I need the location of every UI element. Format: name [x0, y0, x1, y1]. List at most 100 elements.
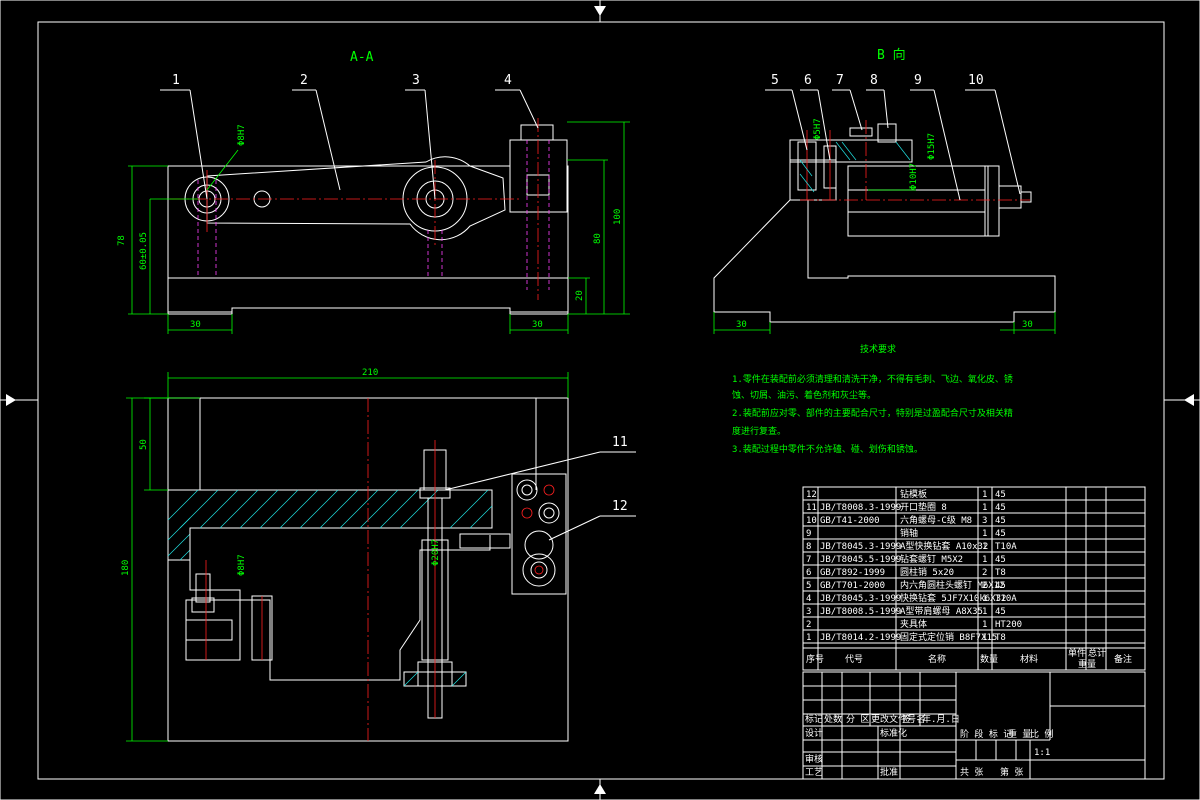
tb-standardization: 标准化	[880, 727, 907, 739]
callout-8: 8	[870, 73, 878, 88]
callout-2: 2	[300, 73, 308, 88]
bom-name: 开口垫圈 8	[900, 501, 947, 513]
bom-no: 1	[806, 633, 811, 643]
bom-code: GB/T41-2000	[820, 516, 880, 526]
bom-material: 45	[995, 516, 1006, 526]
bom-qty: 1	[982, 633, 987, 643]
dim-210: 210	[362, 368, 378, 378]
bom-material: T8	[995, 633, 1006, 643]
callout-6: 6	[804, 73, 812, 88]
section-aa-title: A-A	[350, 50, 374, 65]
dim-b-dia-15: Φ15H7	[927, 133, 937, 160]
bom-name: 内六角圆柱头螺钉 M6X12	[900, 579, 1005, 591]
dim-b-30-left: 30	[736, 320, 747, 330]
tb-scale: 比 例	[1030, 728, 1053, 740]
bom-name: A型快换钻套 A10x32	[900, 540, 988, 552]
dim-20: 20	[575, 290, 585, 301]
bom-table: 12 钻模板 1 45 11 JB/T8008.3-1999 开口垫圈 8 1 …	[802, 486, 1146, 671]
dim-plan-dia-20: Φ20H7	[431, 539, 441, 566]
plan-view: 210 180 50 Φ8H7 Φ20H7	[121, 368, 569, 742]
bom-code: GB/T892-1999	[820, 568, 885, 578]
callout-7: 7	[836, 73, 844, 88]
tb-review: 审核	[805, 753, 823, 765]
dim-78: 78	[117, 235, 127, 246]
bom-header-material: 材料	[1020, 653, 1038, 665]
bom-no: 12	[806, 490, 817, 500]
bom-material: 45	[995, 503, 1006, 513]
tb-approve: 批准	[880, 766, 898, 778]
centering-mark-icon	[594, 6, 606, 16]
tb-stage-mark: 阶 段 标 记	[960, 728, 1012, 740]
bom-material: 45	[995, 529, 1006, 539]
bom-header-no: 序号	[806, 653, 824, 665]
tb-sheet-no: 第 张	[1000, 766, 1023, 778]
bom-code: GB/T701-2000	[820, 581, 885, 591]
bom-name: 六角螺母-C级 M8	[900, 514, 972, 526]
sheet-edge	[0, 0, 1200, 800]
bom-qty: 2	[982, 581, 987, 591]
callout-11: 11	[612, 435, 628, 450]
bom-header-code: 代号	[845, 654, 863, 665]
tech-req-line-2: 蚀、切屑、油污、着色剂和灰尘等。	[732, 389, 876, 401]
bom-material: 45	[995, 607, 1006, 617]
bom-name: A型带肩螺母 A8X35	[900, 605, 983, 617]
bom-qty: 1	[982, 555, 987, 565]
bom-name: 快换钻套 5JF7X10k6X32	[900, 592, 1006, 604]
tech-req-title: 技术要求	[860, 343, 896, 355]
bom-qty: 1	[982, 594, 987, 604]
tech-req-line-3: 2.装配前应对零、部件的主要配合尺寸，特别是过盈配合尺寸及相关精	[732, 407, 1013, 419]
callouts-aa: 1 2 3 4	[160, 73, 539, 200]
dim-plan-dia-8: Φ8H7	[237, 554, 247, 576]
centering-mark-icon	[594, 784, 606, 794]
dim-dia-8: Φ8H7	[237, 124, 247, 146]
callout-12: 12	[612, 499, 628, 514]
tb-design: 设计	[805, 727, 823, 739]
tb-weight: 重 量	[1008, 728, 1031, 740]
title-block: 标记 处数 分 区 更改文件号 签 名 年.月.日 设计 标准化 审核 工艺 批…	[802, 671, 1146, 780]
bom-no: 6	[806, 568, 811, 578]
tb-zone: 分 区	[846, 714, 869, 725]
bom-header-remark: 备注	[1114, 653, 1132, 665]
callout-3: 3	[412, 73, 420, 88]
dim-80: 80	[593, 233, 603, 244]
bom-qty: 1	[982, 529, 987, 539]
bom-material: 45	[995, 581, 1006, 591]
bom-code: JB/T8008.5-1999	[820, 607, 901, 617]
bom-no: 8	[806, 542, 811, 552]
bom-header-name: 名称	[928, 653, 946, 665]
bom-qty: 2	[982, 568, 987, 578]
bom-name: 夹具体	[900, 618, 927, 630]
callout-9: 9	[914, 73, 922, 88]
dim-30-left: 30	[190, 320, 201, 330]
drawing-frame	[37, 21, 1165, 780]
bom-no: 2	[806, 620, 811, 630]
bom-no: 5	[806, 581, 811, 591]
bom-material: T10A	[995, 542, 1017, 552]
bom-qty: 1	[982, 620, 987, 630]
section-aa-view: A-A 78 60±0.05 100 80 20 30 30 Φ8H7	[117, 50, 630, 334]
tb-date: 年.月.日	[922, 713, 960, 725]
centering-mark-icon	[6, 394, 16, 406]
tb-sheets-total: 共 张	[960, 767, 983, 778]
bom-code: JB/T8045.3-1999	[820, 542, 901, 552]
dim-60: 60±0.05	[139, 232, 149, 270]
callout-10: 10	[968, 73, 984, 88]
view-b-title: B 向	[877, 47, 906, 63]
centering-mark-icon	[1184, 394, 1194, 406]
bom-material: 45	[995, 555, 1006, 565]
bom-header-weight: 重量	[1078, 658, 1096, 670]
bom-qty: 1	[982, 490, 987, 500]
bom-name: 圆柱销 5x20	[900, 566, 954, 578]
dim-180: 180	[121, 560, 131, 576]
bom-material: HT200	[995, 620, 1022, 630]
tech-req-line-5: 3.装配过程中零件不允许磕、碰、划伤和锈蚀。	[732, 443, 923, 455]
technical-requirements: 技术要求 1.零件在装配前必须清理和清洗干净，不得有毛刺、飞边、氧化皮、锈 蚀、…	[732, 343, 1013, 455]
bom-header-qty: 数量	[980, 653, 998, 665]
callout-1: 1	[172, 73, 180, 88]
bom-qty: 1	[982, 607, 987, 617]
bom-header: 序号 代号 名称 数量 材料 单件 总计 重量 备注	[806, 647, 1132, 670]
dim-b-dia-10: Φ10H7	[909, 163, 919, 190]
bom-qty: 3	[982, 516, 987, 526]
bom-no: 4	[806, 594, 811, 604]
bom-no: 7	[806, 555, 811, 565]
